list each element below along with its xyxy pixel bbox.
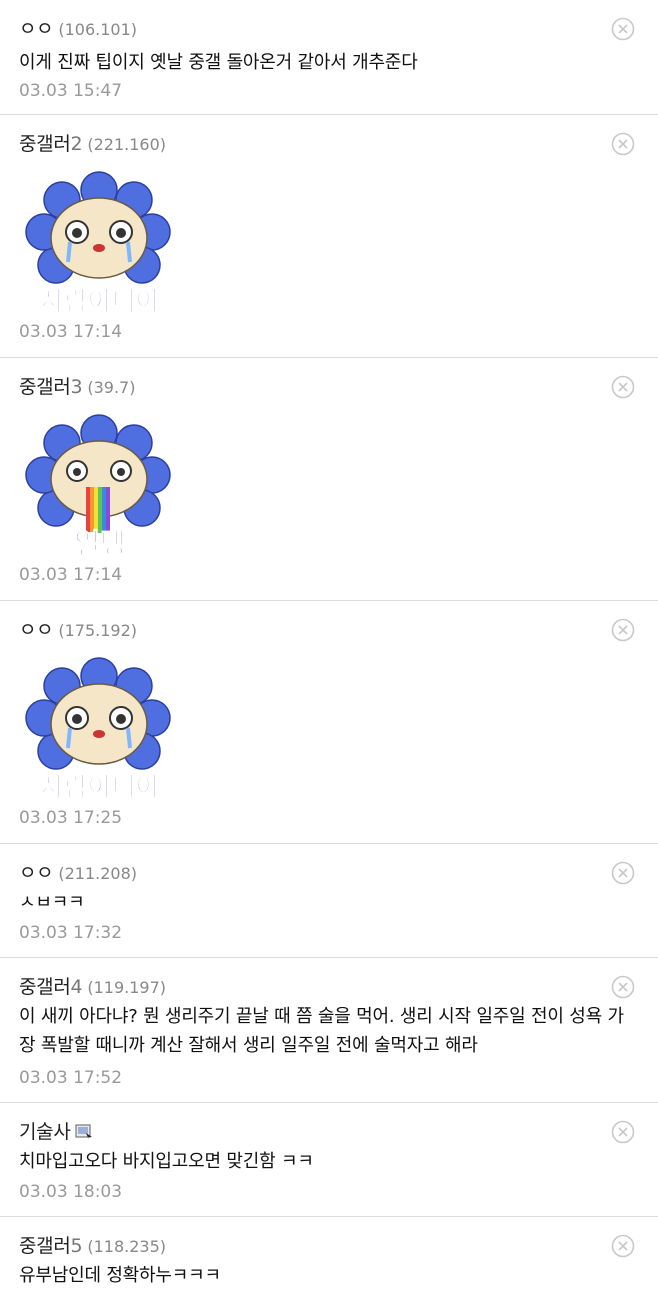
comment-nickname[interactable]: ㅇㅇ bbox=[19, 619, 54, 641]
delete-comment-icon[interactable] bbox=[611, 1120, 635, 1144]
comment-header: 중갤러4 (119.197) bbox=[19, 972, 166, 999]
comment-date: 03.03 17:52 bbox=[19, 1068, 123, 1088]
comment-nickname[interactable]: ㅇㅇ bbox=[19, 862, 54, 884]
comment-header: 중갤러3 (39.7) bbox=[19, 372, 135, 399]
comment-ip: (221.160) bbox=[87, 135, 166, 154]
comment-header: 기술사 bbox=[19, 1117, 93, 1144]
comment-nickname[interactable]: 중갤러4 bbox=[19, 976, 83, 998]
comment-text: 이게 진짜 팁이지 옛날 중갤 돌아온거 같아서 개추준다 bbox=[19, 52, 418, 73]
comment-header: ㅇㅇ (211.208) bbox=[19, 858, 137, 885]
nickname-number: 5 bbox=[70, 1235, 83, 1257]
comment-header: ㅇㅇ (106.101) bbox=[19, 14, 137, 41]
comment-text: ㅅㅂㅋㅋ bbox=[19, 892, 85, 913]
sticker-crying-flower: 사람아니야 bbox=[25, 171, 171, 318]
nickname-text: 중갤러 bbox=[19, 376, 71, 398]
comment-item: ㅇㅇ (175.192) 사람아니야 03.03 17:25 bbox=[0, 601, 658, 844]
sticker-caption: 사람아니야 bbox=[40, 773, 160, 803]
comment-nickname[interactable]: 중갤러3 bbox=[19, 376, 83, 398]
delete-comment-icon[interactable] bbox=[611, 1234, 635, 1258]
nickname-number: 2 bbox=[70, 133, 83, 155]
comment-header: 중갤러5 (118.235) bbox=[19, 1231, 166, 1258]
nickname-text: 중갤러 bbox=[19, 133, 71, 155]
comment-date: 03.03 18:03 bbox=[19, 1182, 123, 1202]
comment-text: 이 새끼 아다냐? 뭔 생리주기 끝날 때 쯤 술을 먹어. 생리 시작 일주일… bbox=[19, 1006, 624, 1056]
comment-nickname[interactable]: 중갤러5 bbox=[19, 1235, 83, 1257]
comment-text: 치마입고오다 바지입고오면 맞긴함 ㅋㅋ bbox=[19, 1151, 314, 1172]
delete-comment-icon[interactable] bbox=[611, 861, 635, 885]
sticker-caption: 열탱 bbox=[74, 527, 126, 560]
comment-item: 중갤러4 (119.197) 이 새끼 아다냐? 뭔 생리주기 끝날 때 쯤 술을… bbox=[0, 958, 658, 1103]
comment-item: 중갤러5 (118.235) 유부남인데 정확하누ㅋㅋㅋ bbox=[0, 1217, 658, 1295]
nickname-number: 3 bbox=[70, 376, 83, 398]
comment-date: 03.03 17:14 bbox=[19, 322, 123, 342]
delete-comment-icon[interactable] bbox=[611, 132, 635, 156]
comment-text: 유부남인데 정확하누ㅋㅋㅋ bbox=[19, 1265, 221, 1286]
comment-ip: (39.7) bbox=[87, 378, 136, 397]
comment-nickname[interactable]: 기술사 bbox=[19, 1121, 71, 1143]
gallery-member-icon bbox=[74, 1124, 92, 1140]
delete-comment-icon[interactable] bbox=[611, 375, 635, 399]
comment-date: 03.03 17:14 bbox=[19, 565, 123, 585]
comment-nickname[interactable]: 중갤러2 bbox=[19, 133, 83, 155]
comment-header: 중갤러2 (221.160) bbox=[19, 129, 166, 156]
nickname-text: 중갤러 bbox=[19, 1235, 71, 1257]
delete-comment-icon[interactable] bbox=[611, 975, 635, 999]
delete-comment-icon[interactable] bbox=[611, 17, 635, 41]
comment-header: ㅇㅇ (175.192) bbox=[19, 615, 137, 642]
nickname-text: 중갤러 bbox=[19, 976, 71, 998]
comment-item: ㅇㅇ (106.101) 이게 진짜 팁이지 옛날 중갤 돌아온거 같아서 개추준… bbox=[0, 0, 658, 115]
comment-date: 03.03 17:25 bbox=[19, 808, 123, 828]
comment-date: 03.03 17:32 bbox=[19, 923, 123, 943]
comment-ip: (106.101) bbox=[58, 20, 138, 39]
comment-ip: (211.208) bbox=[58, 864, 138, 883]
comment-item: 중갤러2 (221.160) 사람아니야 03.03 17:14 bbox=[0, 115, 658, 358]
sticker-caption: 사람아니야 bbox=[40, 287, 160, 317]
comment-item: 기술사 치마입고오다 바지입고오면 맞긴함 ㅋㅋ 03.03 18:03 bbox=[0, 1103, 658, 1217]
delete-comment-icon[interactable] bbox=[611, 618, 635, 642]
comment-nickname[interactable]: ㅇㅇ bbox=[19, 18, 54, 40]
comment-ip: (175.192) bbox=[58, 621, 138, 640]
comment-ip: (118.235) bbox=[87, 1237, 166, 1256]
comment-item: ㅇㅇ (211.208) ㅅㅂㅋㅋ 03.03 17:32 bbox=[0, 844, 658, 958]
nickname-number: 4 bbox=[70, 976, 83, 998]
comment-item: 중갤러3 (39.7) 열탱 03.03 17:14 bbox=[0, 358, 658, 601]
sticker-rainbow-flower: 열탱 bbox=[25, 414, 171, 561]
comment-ip: (119.197) bbox=[87, 978, 166, 997]
sticker-crying-flower: 사람아니야 bbox=[25, 657, 171, 804]
comment-date: 03.03 15:47 bbox=[19, 81, 123, 101]
